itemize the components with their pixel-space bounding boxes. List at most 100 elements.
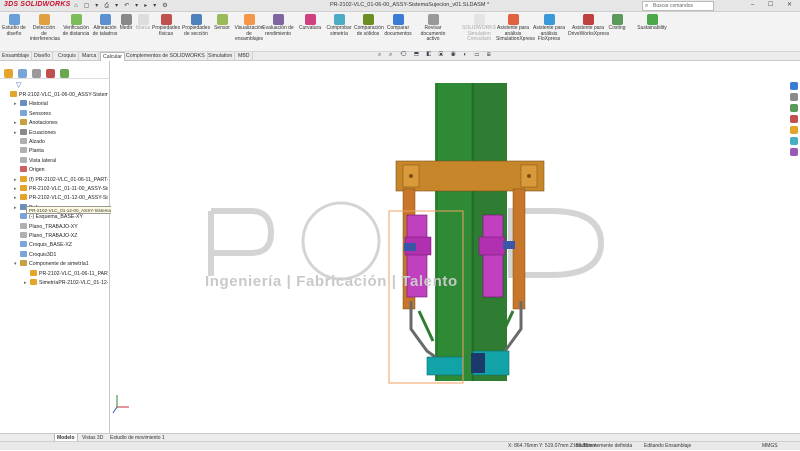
ribbon-button-label: Sensor: [214, 25, 230, 31]
ribbon-button[interactable]: Asistente para análisis SimulationXpress: [496, 14, 535, 43]
tab-complementos-de-solidworks[interactable]: Complementos de SOLIDWORKS: [124, 52, 208, 61]
quick-access-icon[interactable]: ▾: [95, 3, 98, 9]
configuration-tab-icon[interactable]: [32, 69, 41, 78]
feature-tree-label: PR-2102-VLC_01-06-00_ASSY-Sistema: [19, 92, 108, 98]
solidworks-forum-icon[interactable]: [790, 148, 798, 156]
ribbon-button[interactable]: Sustainability: [634, 14, 670, 32]
ribbon-button[interactable]: Propiedades físicas: [152, 14, 180, 37]
quick-access-icon[interactable]: ▾: [153, 3, 156, 9]
ribbon-button[interactable]: Sensor: [212, 14, 232, 32]
view-palette-icon[interactable]: [790, 115, 798, 123]
tab-dise-o[interactable]: Diseño: [32, 52, 54, 61]
filter-icon[interactable]: ▽: [16, 81, 21, 89]
ribbon-button[interactable]: Alineación de taladros: [92, 14, 118, 37]
file-explorer-icon[interactable]: [790, 104, 798, 112]
ribbon-button-icon: [243, 14, 255, 25]
dimxpert-tab-icon[interactable]: [46, 69, 55, 78]
ribbon-button[interactable]: Visualización de ensamblajes: [234, 14, 264, 43]
ribbon-button-label: Propiedades físicas: [152, 25, 181, 37]
ribbon-button-icon: [362, 14, 374, 25]
feature-icon: [20, 109, 27, 116]
feature-icon: [20, 119, 27, 126]
feature-tree-node[interactable]: ▸ SimetríaPR-2102-VLC_01-12-0: [24, 279, 108, 288]
ribbon-button[interactable]: Detección de interferencias: [30, 14, 60, 43]
ribbon-button[interactable]: Medir: [118, 14, 134, 32]
feature-tree-node[interactable]: ▸ PR-2102-VLC_01-11-00_ASSY-Sist: [14, 185, 108, 194]
ribbon-button[interactable]: Costing: [604, 14, 630, 32]
feature-tree-label: (f) PR-2102-VLC_01-06-11_PART-F: [29, 176, 108, 183]
tab-croquis[interactable]: Croquis: [56, 52, 79, 61]
ribbon-button-label: Comparación de sólidos: [354, 25, 384, 37]
feature-tree-tab-icon[interactable]: [4, 69, 13, 78]
quick-access-icon[interactable]: ⌂: [74, 3, 78, 9]
display-manager-tab-icon[interactable]: [60, 69, 69, 78]
ribbon-button-icon: [99, 14, 111, 25]
ribbon-button[interactable]: Verificación de distancia: [62, 14, 90, 37]
clamp-jaw[interactable]: [471, 353, 485, 373]
tab-marca[interactable]: Marca: [80, 52, 100, 61]
custom-properties-icon[interactable]: [790, 137, 798, 145]
feature-tree-label: Vista lateral: [29, 157, 57, 164]
ribbon-button-label: Visualización de ensamblajes: [234, 25, 264, 43]
feature-tree-label: PR-2102-VLC_01-06-11_PART: [39, 270, 108, 277]
feature-icon: [20, 250, 27, 257]
appearances-icon[interactable]: [790, 126, 798, 134]
feature-tree-node[interactable]: Origen: [14, 166, 108, 175]
feature-tree-node[interactable]: (-) Esquema_BASE-XY: [14, 213, 108, 222]
feature-tree-node[interactable]: PR-2102-VLC_01-06-00_ASSY-Sistema: [4, 91, 108, 100]
tab-mbd[interactable]: MBD: [236, 52, 253, 61]
resources-icon[interactable]: [790, 82, 798, 90]
feature-tree-node[interactable]: Alzado: [14, 138, 108, 147]
quick-access-icon[interactable]: ⚙: [162, 3, 167, 9]
feature-tree-node[interactable]: Sensores: [14, 109, 108, 119]
ribbon-button[interactable]: Comparación de sólidos: [354, 14, 384, 37]
tab-ensamblaje[interactable]: Ensamblaje: [0, 52, 33, 61]
ribbon-button[interactable]: Revisar documento activo: [414, 14, 452, 43]
feature-icon: [20, 166, 27, 173]
app-logo[interactable]: 3DS SOLIDWORKS: [4, 1, 70, 8]
feature-icon: [20, 222, 27, 229]
quick-access-icon[interactable]: ⎙: [104, 3, 109, 9]
ribbon-button[interactable]: Curvatura: [298, 14, 322, 32]
design-library-icon[interactable]: [790, 93, 798, 101]
ribbon-button[interactable]: Comparar documentos: [384, 14, 412, 37]
ribbon-button[interactable]: Asistente para análisis FloXpress: [532, 14, 566, 43]
quick-access-icon[interactable]: ↶: [124, 3, 129, 9]
feature-tree-node[interactable]: ▸ Anotaciones: [14, 119, 108, 128]
top-bracket[interactable]: [395, 160, 545, 192]
graphics-area[interactable]: Ingeniería | Fabricación | Talento: [111, 61, 788, 433]
tab-calcular[interactable]: Calcular: [100, 52, 126, 61]
ribbon-button-label: Sustainability: [637, 25, 667, 31]
ribbon-button[interactable]: Comprobar simetría: [326, 14, 352, 37]
ribbon-button[interactable]: Estudio de diseño: [2, 14, 26, 37]
feature-tree-node[interactable]: ▾ Componente de simetría1: [14, 260, 108, 269]
window-controls[interactable]: – ☐ ✕: [751, 1, 798, 8]
feature-tree-label: Alzado: [29, 139, 45, 145]
feature-tree-node[interactable]: Croquis_BASE-XZ: [14, 241, 108, 250]
feature-tree-node[interactable]: Plano_TRABAJO-XY: [14, 222, 108, 232]
ribbon-button-icon: [543, 14, 555, 25]
feature-tree-node[interactable]: Croquis3D1: [14, 250, 108, 260]
ribbon-button[interactable]: Evaluación de rendimiento: [262, 14, 294, 37]
feature-tree-node[interactable]: Planta: [14, 147, 108, 156]
search-commands-input[interactable]: ⌕ Buscar comandos: [642, 1, 714, 11]
quick-access-icon[interactable]: ▾: [115, 3, 118, 9]
tab-simulation[interactable]: Simulation: [206, 52, 236, 61]
feature-tree-node[interactable]: Vista lateral: [14, 156, 108, 166]
ribbon-button[interactable]: Propiedades de sección: [182, 14, 210, 37]
ribbon-button[interactable]: SOLIDWORKS Simulation Consultant: [462, 14, 496, 43]
feature-tree-node[interactable]: Plano_TRABAJO-XZ: [14, 232, 108, 241]
ribbon-button[interactable]: Marca: [136, 14, 150, 32]
feature-tree-node[interactable]: PR-2102-VLC_01-06-11_PART: [24, 269, 108, 279]
left-base-block[interactable]: [426, 356, 464, 376]
quick-access-icon[interactable]: ▾: [135, 3, 138, 9]
quick-access-icon[interactable]: ▸: [144, 3, 147, 9]
property-manager-tab-icon[interactable]: [18, 69, 27, 78]
feature-tree-label: PR-2102-VLC_01-12-00_ASSY-Sist: [29, 195, 108, 202]
feature-tree-node[interactable]: ▸ PR-2102-VLC_01-12-00_ASSY-Sist: [14, 194, 108, 203]
ribbon-button[interactable]: Asistente para DriveWorksXpress: [568, 14, 609, 37]
quick-access-icon[interactable]: ▢: [84, 3, 90, 9]
feature-tree-node[interactable]: ▸ (f) PR-2102-VLC_01-06-11_PART-F: [14, 175, 108, 185]
feature-tree-node[interactable]: ▸ Historial: [14, 100, 108, 109]
feature-tree-node[interactable]: ▸ Ecuaciones: [14, 128, 108, 138]
